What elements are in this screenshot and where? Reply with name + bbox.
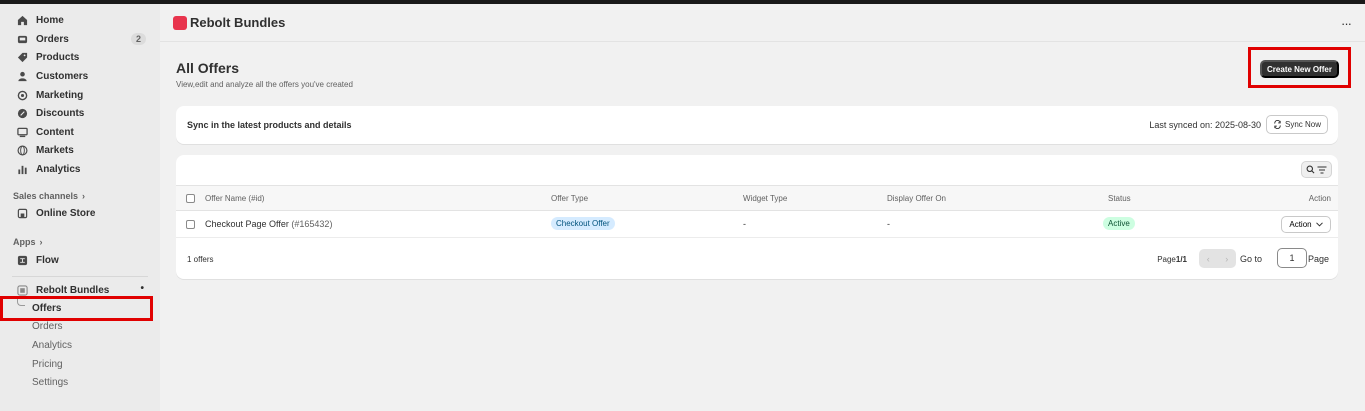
status-badge: Active — [1103, 217, 1135, 230]
table-row[interactable]: Checkout Page Offer (#165432) Checkout O… — [176, 211, 1338, 237]
page-number-input[interactable]: 1 — [1277, 248, 1307, 268]
more-actions-icon[interactable]: ··· — [1341, 16, 1352, 31]
sync-card: Sync in the latest products and details … — [176, 106, 1338, 144]
sidebar-subitem-settings[interactable]: Settings — [32, 377, 68, 388]
sidebar-item-label: Analytics — [36, 163, 81, 175]
last-synced-text: Last synced on: 2025-08-30 — [1149, 120, 1261, 130]
sidebar-item-label: Content — [36, 126, 74, 138]
sync-description: Sync in the latest products and details — [187, 120, 352, 130]
sync-now-button[interactable]: Sync Now — [1266, 115, 1328, 134]
globe-icon — [16, 144, 28, 156]
sidebar-item-content[interactable]: Content — [8, 123, 152, 141]
search-filter-button[interactable] — [1301, 161, 1332, 178]
app-icon — [16, 284, 28, 296]
main-content: Rebolt Bundles ··· All Offers View,edit … — [160, 4, 1365, 411]
column-header-status[interactable]: Status — [1108, 194, 1131, 203]
person-icon — [16, 70, 28, 82]
offer-name: Checkout Page Offer — [205, 219, 289, 229]
sidebar-item-analytics[interactable]: Analytics — [8, 160, 152, 178]
column-header-name[interactable]: Offer Name (#id) — [205, 194, 264, 203]
sidebar-divider — [12, 276, 148, 277]
app-title: Rebolt Bundles — [190, 15, 286, 30]
column-header-action: Action — [1308, 194, 1331, 203]
pin-dot-icon: • — [140, 283, 144, 294]
select-all-checkbox[interactable] — [186, 194, 195, 203]
home-icon — [16, 14, 28, 26]
column-header-widget[interactable]: Widget Type — [743, 194, 787, 203]
widget-type-cell: - — [743, 219, 746, 229]
page-indicator: Page1/1 — [1157, 255, 1187, 264]
offers-highlight-box — [0, 296, 153, 321]
sidebar-item-customers[interactable]: Customers — [8, 67, 152, 85]
sidebar-item-discounts[interactable]: Discounts — [8, 104, 152, 122]
sidebar-item-label: Online Store — [36, 207, 96, 219]
chevron-down-icon — [1315, 222, 1323, 227]
storefront-icon — [16, 207, 28, 219]
sidebar-item-orders[interactable]: Orders 2 — [8, 30, 152, 48]
sidebar-subitem-analytics[interactable]: Analytics — [32, 340, 72, 351]
flow-icon — [16, 254, 28, 266]
sales-channels-heading[interactable]: Sales channels › — [13, 191, 85, 201]
table-header: Offer Name (#id) Offer Type Widget Type … — [176, 185, 1338, 211]
create-offer-highlight-box — [1248, 47, 1351, 88]
chevron-right-icon: › — [39, 237, 43, 247]
pagination-buttons: ‹ › — [1199, 249, 1236, 268]
column-header-display[interactable]: Display Offer On — [887, 194, 946, 203]
filter-icon — [1317, 166, 1327, 173]
chevron-right-icon: › — [82, 191, 86, 201]
target-icon — [16, 89, 28, 101]
offer-id: (#165432) — [291, 219, 333, 229]
sidebar-item-flow[interactable]: Flow — [8, 251, 152, 269]
sidebar-item-label: Customers — [36, 70, 89, 82]
sidebar-item-label: Marketing — [36, 89, 84, 101]
sync-now-label: Sync Now — [1284, 120, 1321, 129]
sidebar-subitem-orders[interactable]: Orders — [32, 321, 63, 332]
offers-count: 1 offers — [187, 255, 214, 264]
row-action-button[interactable]: Action — [1281, 216, 1331, 233]
previous-page-icon[interactable]: ‹ — [1207, 254, 1210, 264]
sidebar-item-online-store[interactable]: Online Store — [8, 204, 152, 222]
offers-table-card: Offer Name (#id) Offer Type Widget Type … — [176, 155, 1338, 279]
column-header-type[interactable]: Offer Type — [551, 194, 588, 203]
sidebar-item-label: Markets — [36, 144, 74, 156]
sidebar-item-home[interactable]: Home — [8, 11, 152, 29]
content-icon — [16, 126, 28, 138]
next-page-icon[interactable]: › — [1225, 254, 1228, 264]
discount-icon — [16, 107, 28, 119]
search-icon — [1306, 165, 1315, 174]
sidebar-item-markets[interactable]: Markets — [8, 141, 152, 159]
offer-type-badge: Checkout Offer — [551, 217, 615, 230]
sidebar-item-marketing[interactable]: Marketing — [8, 86, 152, 104]
page-title: All Offers — [176, 60, 240, 76]
goto-label: Go to — [1239, 254, 1262, 264]
sidebar-item-label: Products — [36, 51, 80, 63]
sidebar: Home Orders 2 Products Customers Marketi… — [0, 4, 160, 411]
refresh-icon — [1274, 120, 1281, 129]
sidebar-item-label: Discounts — [36, 107, 85, 119]
sidebar-item-label: Home — [36, 14, 64, 26]
app-logo — [173, 16, 187, 30]
chart-bar-icon — [16, 163, 28, 175]
app-header: Rebolt Bundles ··· — [160, 4, 1365, 42]
inbox-icon — [16, 33, 28, 45]
page-suffix-label: Page — [1307, 254, 1329, 264]
sidebar-item-products[interactable]: Products — [8, 48, 152, 66]
offer-name-cell[interactable]: Checkout Page Offer (#165432) — [205, 219, 332, 229]
page-subtitle: View,edit and analyze all the offers you… — [176, 80, 353, 89]
orders-count-badge: 2 — [130, 33, 146, 45]
row-checkbox[interactable] — [186, 220, 195, 229]
apps-heading[interactable]: Apps › — [13, 237, 43, 247]
sidebar-item-label: Orders — [36, 33, 69, 45]
sidebar-item-label: Flow — [36, 254, 59, 266]
action-label: Action — [1289, 220, 1312, 229]
table-footer: 1 offers Page1/1 ‹ › Go to 1 Page — [176, 237, 1338, 279]
sidebar-item-label: Rebolt Bundles — [36, 284, 110, 296]
tag-icon — [16, 51, 28, 63]
sidebar-subitem-pricing[interactable]: Pricing — [32, 359, 63, 370]
display-offer-cell: - — [887, 219, 890, 229]
